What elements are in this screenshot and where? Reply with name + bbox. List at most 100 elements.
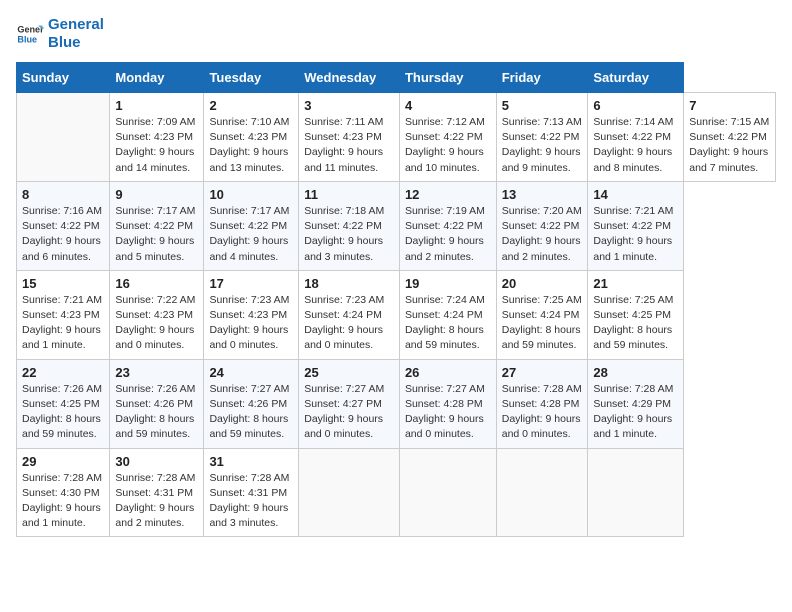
day-number: 10: [209, 187, 293, 202]
day-number: 7: [689, 98, 770, 113]
day-info: Sunrise: 7:23 AMSunset: 4:24 PMDaylight:…: [304, 293, 394, 354]
column-header-thursday: Thursday: [399, 63, 496, 93]
day-info: Sunrise: 7:28 AMSunset: 4:30 PMDaylight:…: [22, 471, 104, 532]
calendar-cell: 7Sunrise: 7:15 AMSunset: 4:22 PMDaylight…: [684, 93, 776, 182]
column-header-sunday: Sunday: [17, 63, 110, 93]
day-number: 15: [22, 276, 104, 291]
calendar-week-row: 8 Sunrise: 7:16 AMSunset: 4:22 PMDaylight…: [17, 181, 776, 270]
day-number: 1: [115, 98, 198, 113]
calendar-cell: [299, 448, 400, 537]
day-number: 25: [304, 365, 394, 380]
calendar-body: 1 Sunrise: 7:09 AMSunset: 4:23 PMDaylight…: [17, 93, 776, 537]
day-info: Sunrise: 7:16 AMSunset: 4:22 PMDaylight:…: [22, 204, 104, 265]
day-number: 23: [115, 365, 198, 380]
day-info: Sunrise: 7:28 AMSunset: 4:31 PMDaylight:…: [115, 471, 198, 532]
day-info: Sunrise: 7:28 AMSunset: 4:28 PMDaylight:…: [502, 382, 583, 443]
calendar-cell: 2 Sunrise: 7:10 AMSunset: 4:23 PMDaylight…: [204, 93, 299, 182]
column-header-tuesday: Tuesday: [204, 63, 299, 93]
calendar-cell: [399, 448, 496, 537]
calendar-cell: 10 Sunrise: 7:17 AMSunset: 4:22 PMDayligh…: [204, 181, 299, 270]
calendar-cell: 23 Sunrise: 7:26 AMSunset: 4:26 PMDayligh…: [110, 359, 204, 448]
day-info: Sunrise: 7:18 AMSunset: 4:22 PMDaylight:…: [304, 204, 394, 265]
calendar-cell: 19 Sunrise: 7:24 AMSunset: 4:24 PMDayligh…: [399, 270, 496, 359]
calendar-cell: 14Sunrise: 7:21 AMSunset: 4:22 PMDayligh…: [588, 181, 684, 270]
calendar-cell: 12Sunrise: 7:19 AMSunset: 4:22 PMDayligh…: [399, 181, 496, 270]
day-info: Sunrise: 7:11 AMSunset: 4:23 PMDaylight:…: [304, 115, 394, 176]
logo: General Blue General Blue: [16, 16, 104, 52]
day-info: Sunrise: 7:25 AMSunset: 4:25 PMDaylight:…: [593, 293, 678, 354]
logo-text-line1: General: [48, 16, 104, 34]
calendar-header-row: SundayMondayTuesdayWednesdayThursdayFrid…: [17, 63, 776, 93]
day-number: 21: [593, 276, 678, 291]
day-number: 4: [405, 98, 491, 113]
calendar-cell: 15 Sunrise: 7:21 AMSunset: 4:23 PMDayligh…: [17, 270, 110, 359]
calendar-cell: 28 Sunrise: 7:28 AMSunset: 4:29 PMDayligh…: [588, 359, 684, 448]
day-number: 8: [22, 187, 104, 202]
day-info: Sunrise: 7:17 AMSunset: 4:22 PMDaylight:…: [209, 204, 293, 265]
calendar-cell: 29Sunrise: 7:28 AMSunset: 4:30 PMDayligh…: [17, 448, 110, 537]
calendar-cell: 25 Sunrise: 7:27 AMSunset: 4:27 PMDayligh…: [299, 359, 400, 448]
calendar-cell: 11Sunrise: 7:18 AMSunset: 4:22 PMDayligh…: [299, 181, 400, 270]
day-info: Sunrise: 7:21 AMSunset: 4:23 PMDaylight:…: [22, 293, 104, 354]
day-number: 26: [405, 365, 491, 380]
day-number: 9: [115, 187, 198, 202]
calendar-week-row: 29Sunrise: 7:28 AMSunset: 4:30 PMDayligh…: [17, 448, 776, 537]
calendar-cell: 8 Sunrise: 7:16 AMSunset: 4:22 PMDaylight…: [17, 181, 110, 270]
calendar-week-row: 22 Sunrise: 7:26 AMSunset: 4:25 PMDayligh…: [17, 359, 776, 448]
day-number: 6: [593, 98, 678, 113]
calendar-cell: 24 Sunrise: 7:27 AMSunset: 4:26 PMDayligh…: [204, 359, 299, 448]
calendar-cell: 9Sunrise: 7:17 AMSunset: 4:22 PMDaylight…: [110, 181, 204, 270]
day-info: Sunrise: 7:27 AMSunset: 4:26 PMDaylight:…: [209, 382, 293, 443]
column-header-monday: Monday: [110, 63, 204, 93]
day-number: 27: [502, 365, 583, 380]
day-info: Sunrise: 7:09 AMSunset: 4:23 PMDaylight:…: [115, 115, 198, 176]
day-info: Sunrise: 7:24 AMSunset: 4:24 PMDaylight:…: [405, 293, 491, 354]
calendar-cell: 6 Sunrise: 7:14 AMSunset: 4:22 PMDaylight…: [588, 93, 684, 182]
day-number: 16: [115, 276, 198, 291]
calendar-cell: 4 Sunrise: 7:12 AMSunset: 4:22 PMDaylight…: [399, 93, 496, 182]
day-number: 3: [304, 98, 394, 113]
day-number: 5: [502, 98, 583, 113]
day-info: Sunrise: 7:28 AMSunset: 4:31 PMDaylight:…: [209, 471, 293, 532]
day-number: 20: [502, 276, 583, 291]
logo-text-line2: Blue: [48, 34, 104, 52]
calendar-cell: 21 Sunrise: 7:25 AMSunset: 4:25 PMDayligh…: [588, 270, 684, 359]
day-number: 2: [209, 98, 293, 113]
calendar-cell: [588, 448, 684, 537]
calendar-cell: [496, 448, 588, 537]
calendar-table: SundayMondayTuesdayWednesdayThursdayFrid…: [16, 62, 776, 537]
day-number: 19: [405, 276, 491, 291]
day-number: 12: [405, 187, 491, 202]
column-header-saturday: Saturday: [588, 63, 684, 93]
day-number: 24: [209, 365, 293, 380]
day-info: Sunrise: 7:12 AMSunset: 4:22 PMDaylight:…: [405, 115, 491, 176]
day-info: Sunrise: 7:13 AMSunset: 4:22 PMDaylight:…: [502, 115, 583, 176]
day-info: Sunrise: 7:10 AMSunset: 4:23 PMDaylight:…: [209, 115, 293, 176]
day-number: 30: [115, 454, 198, 469]
day-info: Sunrise: 7:28 AMSunset: 4:29 PMDaylight:…: [593, 382, 678, 443]
svg-text:Blue: Blue: [17, 34, 37, 44]
logo-icon: General Blue: [16, 20, 44, 48]
calendar-cell: 13Sunrise: 7:20 AMSunset: 4:22 PMDayligh…: [496, 181, 588, 270]
day-info: Sunrise: 7:27 AMSunset: 4:27 PMDaylight:…: [304, 382, 394, 443]
calendar-cell: 17 Sunrise: 7:23 AMSunset: 4:23 PMDayligh…: [204, 270, 299, 359]
day-number: 22: [22, 365, 104, 380]
column-header-wednesday: Wednesday: [299, 63, 400, 93]
day-info: Sunrise: 7:27 AMSunset: 4:28 PMDaylight:…: [405, 382, 491, 443]
calendar-cell: 18Sunrise: 7:23 AMSunset: 4:24 PMDayligh…: [299, 270, 400, 359]
day-info: Sunrise: 7:14 AMSunset: 4:22 PMDaylight:…: [593, 115, 678, 176]
day-info: Sunrise: 7:20 AMSunset: 4:22 PMDaylight:…: [502, 204, 583, 265]
calendar-cell: 3 Sunrise: 7:11 AMSunset: 4:23 PMDaylight…: [299, 93, 400, 182]
day-info: Sunrise: 7:26 AMSunset: 4:25 PMDaylight:…: [22, 382, 104, 443]
day-info: Sunrise: 7:23 AMSunset: 4:23 PMDaylight:…: [209, 293, 293, 354]
calendar-cell: 31 Sunrise: 7:28 AMSunset: 4:31 PMDayligh…: [204, 448, 299, 537]
calendar-cell: 1 Sunrise: 7:09 AMSunset: 4:23 PMDaylight…: [110, 93, 204, 182]
day-number: 17: [209, 276, 293, 291]
day-number: 28: [593, 365, 678, 380]
calendar-cell: 26 Sunrise: 7:27 AMSunset: 4:28 PMDayligh…: [399, 359, 496, 448]
day-number: 31: [209, 454, 293, 469]
calendar-week-row: 1 Sunrise: 7:09 AMSunset: 4:23 PMDaylight…: [17, 93, 776, 182]
column-header-friday: Friday: [496, 63, 588, 93]
calendar-cell: 30 Sunrise: 7:28 AMSunset: 4:31 PMDayligh…: [110, 448, 204, 537]
day-info: Sunrise: 7:26 AMSunset: 4:26 PMDaylight:…: [115, 382, 198, 443]
